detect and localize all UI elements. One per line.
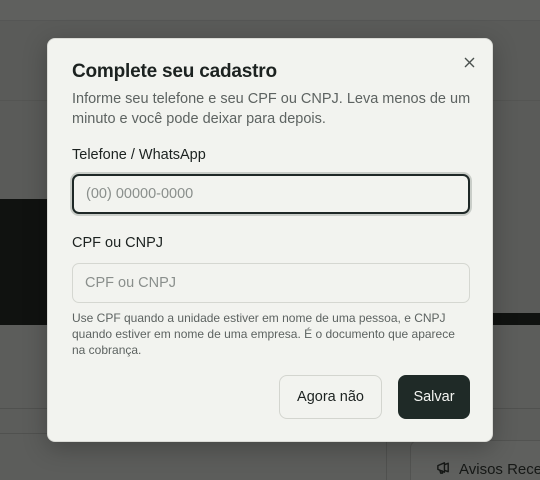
phone-input[interactable] <box>72 174 470 214</box>
close-icon <box>464 57 475 68</box>
phone-label: Telefone / WhatsApp <box>72 147 206 163</box>
close-button[interactable] <box>460 53 478 71</box>
avisos-label: Avisos Recentes <box>459 461 540 478</box>
modal-title: Complete seu cadastro <box>72 61 277 82</box>
complete-registration-modal: Complete seu cadastro Informe seu telefo… <box>47 38 493 442</box>
cpf-hint: Use CPF quando a unidade estiver em nome… <box>72 311 455 357</box>
skip-button[interactable]: Agora não <box>279 375 382 419</box>
modal-description: Informe seu telefone e seu CPF ou CNPJ. … <box>72 91 471 127</box>
megaphone-icon <box>436 460 451 479</box>
cpf-label: CPF ou CNPJ <box>72 235 164 251</box>
save-button[interactable]: Salvar <box>398 375 470 419</box>
background-avisos-heading: Avisos Recentes <box>436 460 540 479</box>
background-topbar <box>0 0 540 21</box>
page: Avisos Recentes Complete seu cadastro In… <box>0 0 540 480</box>
cpf-input[interactable] <box>72 263 470 303</box>
